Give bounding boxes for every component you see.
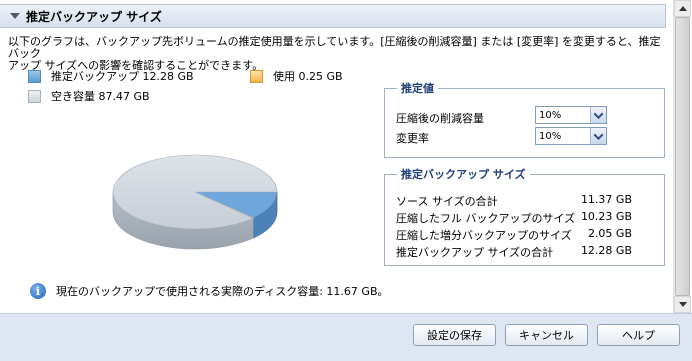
used-swatch-icon bbox=[250, 69, 263, 83]
size-label: 推定バックアップ サイズの合計 bbox=[396, 246, 554, 259]
scroll-down-button[interactable] bbox=[674, 296, 691, 313]
legend-used: 使用 0.25 GB bbox=[250, 68, 343, 84]
help-button[interactable]: ヘルプ bbox=[597, 324, 680, 346]
free-swatch-icon bbox=[28, 89, 41, 103]
legend-free: 空き容量 87.47 GB bbox=[28, 88, 150, 104]
sizes-title: 推定バックアップ サイズ bbox=[401, 168, 526, 181]
compression-label: 圧縮後の削減容量 bbox=[396, 112, 484, 125]
vertical-scrollbar[interactable] bbox=[673, 0, 691, 313]
change-rate-value: 10% bbox=[539, 130, 562, 142]
description-line-1: 以下のグラフは、バックアップ先ボリュームの推定使用量を示しています。[圧縮後の削… bbox=[8, 35, 661, 60]
arrow-down-icon bbox=[678, 302, 687, 307]
size-value: 2.05 GB bbox=[587, 227, 632, 240]
legend-free-label: 空き容量 87.47 GB bbox=[51, 90, 150, 103]
change-rate-label: 変更率 bbox=[396, 132, 429, 145]
chevron-down-icon[interactable] bbox=[590, 107, 606, 123]
collapse-triangle-icon[interactable] bbox=[10, 13, 20, 19]
size-value: 10.23 GB bbox=[580, 210, 632, 223]
section-title: 推定バックアップ サイズ bbox=[26, 9, 162, 24]
size-label: 圧縮した増分バックアップのサイズ bbox=[396, 229, 572, 242]
size-row-total: 推定バックアップ サイズの合計 12.28 GB bbox=[396, 244, 632, 260]
change-rate-select[interactable]: 10% bbox=[535, 127, 607, 145]
section-header[interactable]: 推定バックアップ サイズ bbox=[0, 4, 666, 28]
info-note: i 現在のバックアップで使用される実際のディスク容量: 11.67 GB。 bbox=[30, 283, 389, 299]
estimated-swatch-icon bbox=[28, 69, 41, 83]
scroll-thumb[interactable] bbox=[675, 17, 690, 296]
size-row-incremental: 圧縮した増分バックアップのサイズ 2.05 GB bbox=[396, 227, 632, 243]
compression-value: 10% bbox=[539, 109, 562, 121]
cancel-button[interactable]: キャンセル bbox=[505, 324, 588, 346]
size-row-full: 圧縮したフル バックアップのサイズ 10.23 GB bbox=[396, 210, 632, 226]
size-label: ソース サイズの合計 bbox=[396, 195, 498, 208]
arrow-up-icon bbox=[678, 6, 687, 11]
size-row-source: ソース サイズの合計 11.37 GB bbox=[396, 193, 632, 209]
description-text: 以下のグラフは、バックアップ先ボリュームの推定使用量を示しています。[圧縮後の削… bbox=[8, 36, 666, 72]
compression-select[interactable]: 10% bbox=[535, 106, 607, 124]
pie-slice-free bbox=[112, 154, 278, 230]
size-value: 12.28 GB bbox=[580, 244, 632, 257]
pie-chart bbox=[112, 154, 278, 250]
info-icon: i bbox=[30, 283, 46, 299]
footer-bar: 設定の保存 キャンセル ヘルプ bbox=[0, 313, 692, 361]
legend-estimated-label: 推定バックアップ 12.28 GB bbox=[51, 70, 194, 83]
info-text: 現在のバックアップで使用される実際のディスク容量: 11.67 GB。 bbox=[56, 285, 389, 298]
size-label: 圧縮したフル バックアップのサイズ bbox=[396, 212, 576, 225]
scroll-up-button[interactable] bbox=[674, 0, 691, 17]
chevron-down-icon[interactable] bbox=[590, 128, 606, 144]
estimates-title: 推定値 bbox=[401, 82, 434, 95]
legend-estimated: 推定バックアップ 12.28 GB bbox=[28, 68, 194, 84]
legend-used-label: 使用 0.25 GB bbox=[273, 70, 343, 83]
save-settings-button[interactable]: 設定の保存 bbox=[413, 324, 496, 346]
size-value: 11.37 GB bbox=[580, 193, 632, 206]
